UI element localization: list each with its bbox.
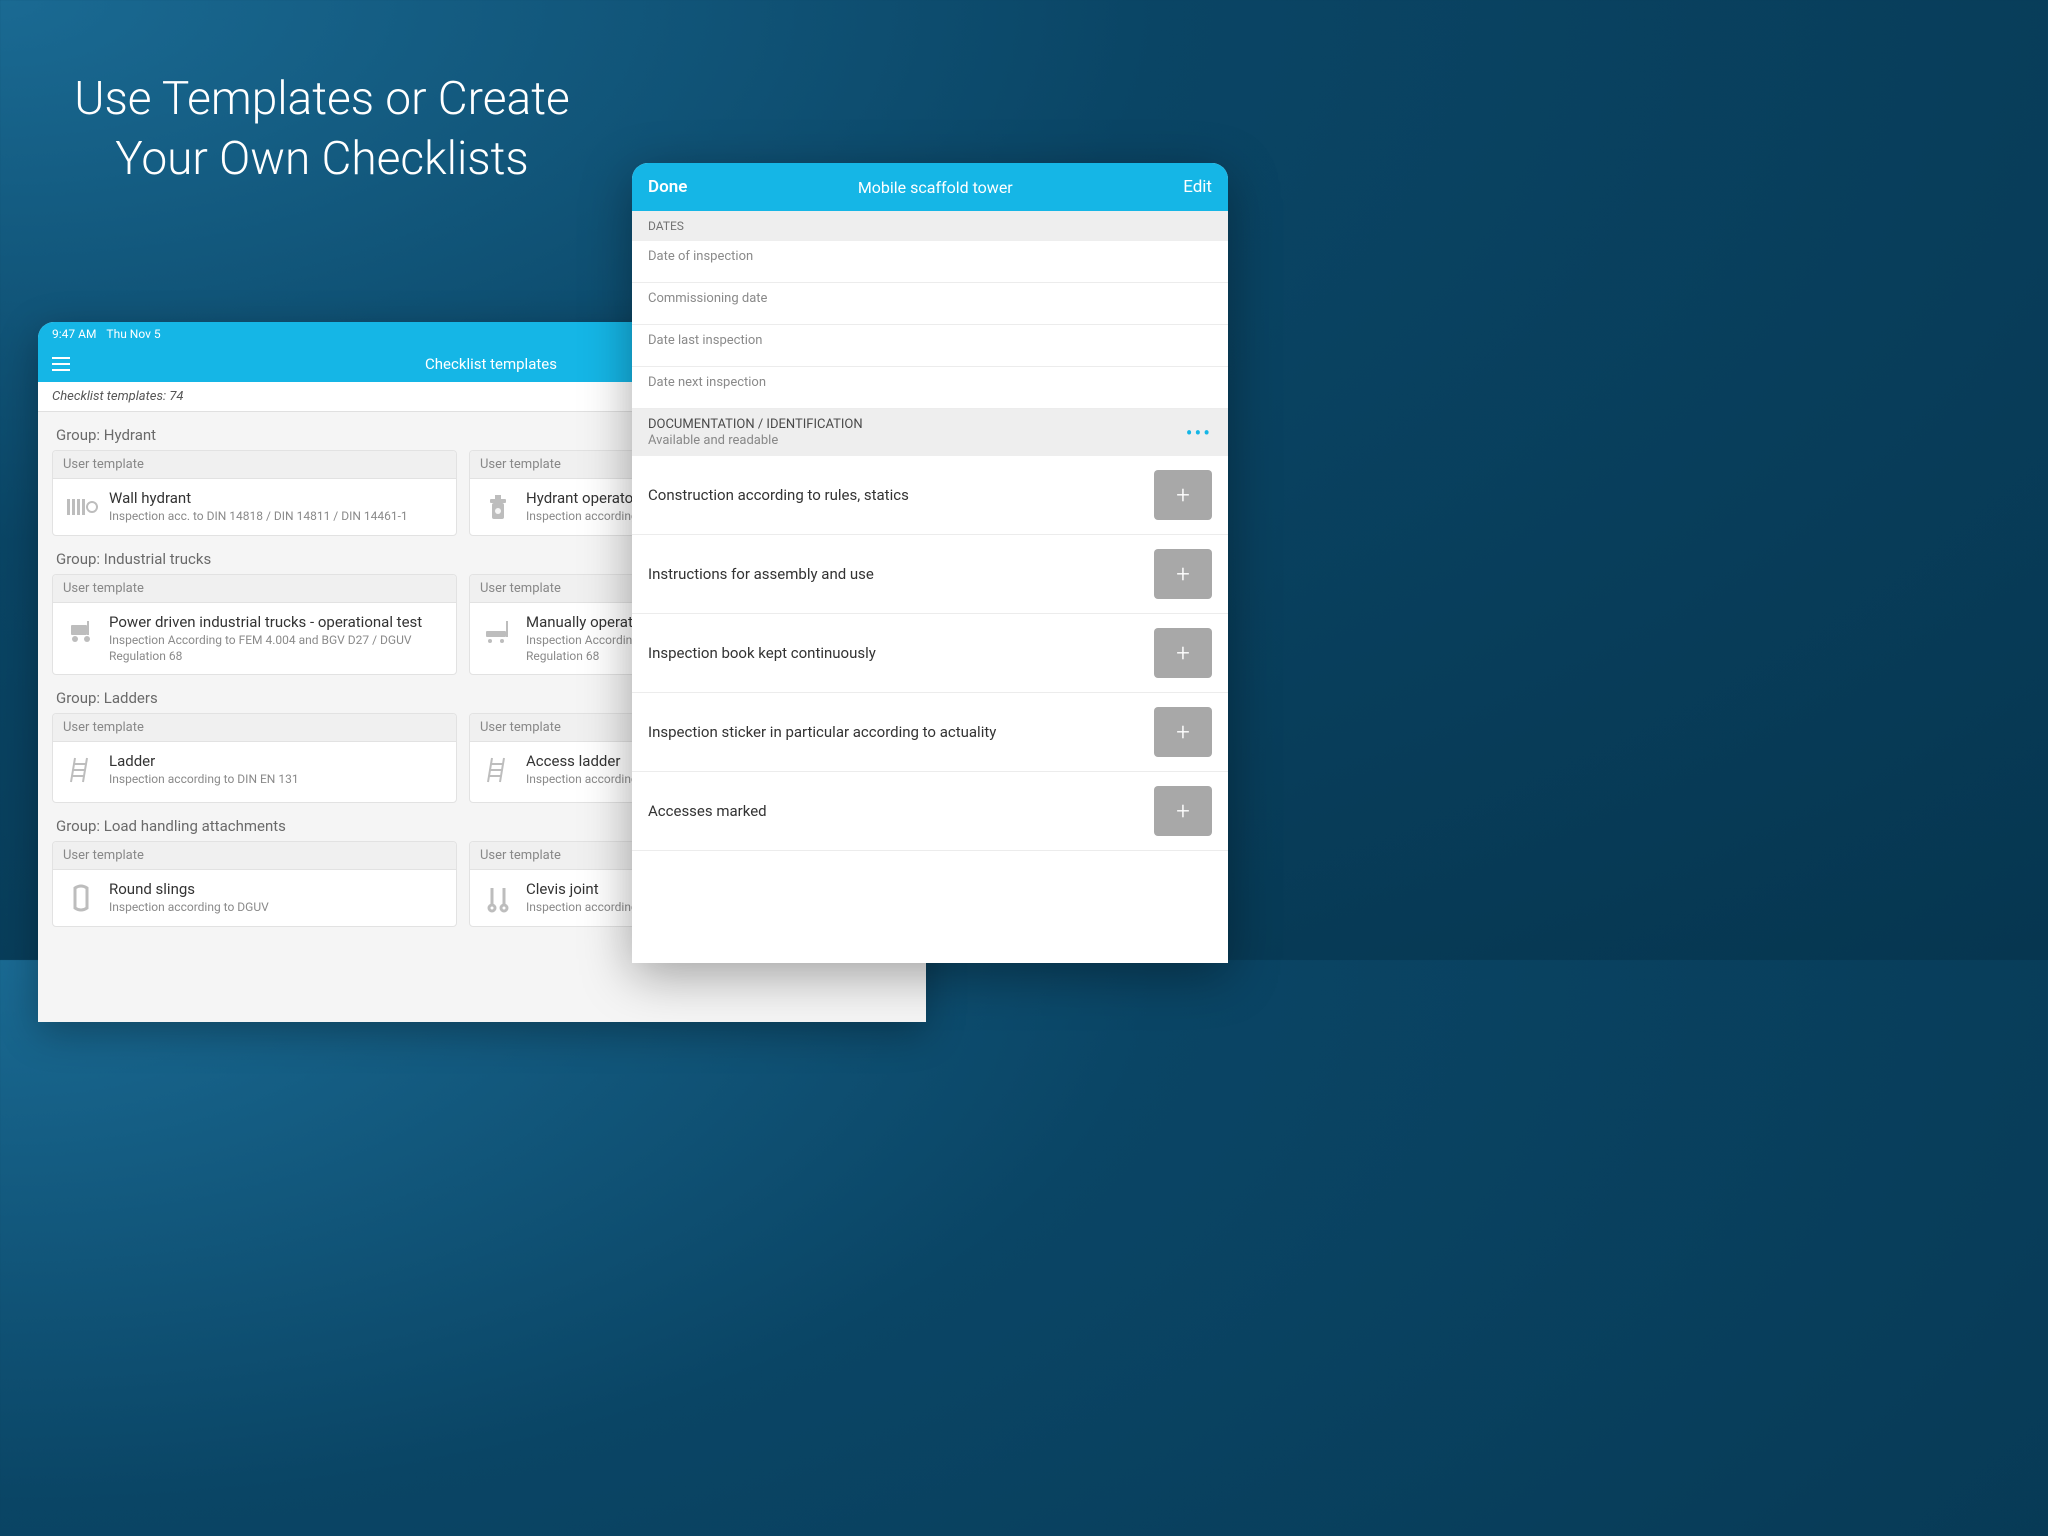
card-title: Wall hydrant	[109, 489, 446, 507]
card-badge: User template	[53, 575, 456, 603]
add-button[interactable]: +	[1154, 549, 1212, 599]
card-desc: Inspection acc. to DIN 14818 / DIN 14811…	[109, 509, 446, 525]
item-label: Accesses marked	[648, 802, 1154, 820]
add-button[interactable]: +	[1154, 786, 1212, 836]
checklist-item: Accesses marked +	[632, 772, 1228, 851]
card-desc: Inspection according to DIN EN 131	[109, 772, 446, 788]
checklist-item: Inspection book kept continuously +	[632, 614, 1228, 693]
menu-icon[interactable]	[52, 357, 70, 371]
forklift-icon	[63, 613, 99, 649]
pallet-truck-icon	[480, 613, 516, 649]
add-button[interactable]: +	[1154, 707, 1212, 757]
template-card-power-truck[interactable]: User template Power driven industrial tr…	[52, 574, 457, 675]
card-badge: User template	[53, 714, 456, 742]
template-card-ladder[interactable]: User template Ladder Inspection accordin…	[52, 713, 457, 803]
add-button[interactable]: +	[1154, 628, 1212, 678]
checklist-item: Inspection sticker in particular accordi…	[632, 693, 1228, 772]
card-desc: Inspection according to DGUV	[109, 900, 446, 916]
date-next-inspection-field[interactable]: Date next inspection	[632, 367, 1228, 409]
ladder-icon	[63, 752, 99, 788]
hero-heading: Use Templates or Create Your Own Checkli…	[42, 70, 602, 190]
card-title: Round slings	[109, 880, 446, 898]
card-badge: User template	[53, 842, 456, 870]
hero-line1: Use Templates or Create	[74, 72, 570, 126]
edit-button[interactable]: Edit	[1183, 177, 1212, 197]
status-time: 9:47 AM	[52, 327, 96, 341]
item-label: Construction according to rules, statics	[648, 486, 1154, 504]
documentation-section-header: DOCUMENTATION / IDENTIFICATION Available…	[632, 409, 1228, 456]
card-title: Ladder	[109, 752, 446, 770]
doc-header-sub: Available and readable	[648, 433, 1186, 448]
hydrant-icon	[63, 489, 99, 525]
item-label: Instructions for assembly and use	[648, 565, 1154, 583]
count-value: 74	[169, 389, 183, 404]
checklist-item: Construction according to rules, statics…	[632, 456, 1228, 535]
add-button[interactable]: +	[1154, 470, 1212, 520]
hero-line2: Your Own Checklists	[115, 132, 529, 186]
card-badge: User template	[53, 451, 456, 479]
date-last-inspection-field[interactable]: Date last inspection	[632, 325, 1228, 367]
checklist-detail-screen: Done Mobile scaffold tower Edit DATES Da…	[632, 163, 1228, 963]
template-card-round-slings[interactable]: User template Round slings Inspection ac…	[52, 841, 457, 927]
card-desc: Inspection According to FEM 4.004 and BG…	[109, 633, 446, 664]
status-date: Thu Nov 5	[106, 327, 160, 341]
detail-header: Done Mobile scaffold tower Edit	[632, 163, 1228, 211]
card-title: Power driven industrial trucks - operati…	[109, 613, 446, 631]
item-label: Inspection book kept continuously	[648, 644, 1154, 662]
detail-title: Mobile scaffold tower	[687, 178, 1183, 197]
checklist-item: Instructions for assembly and use +	[632, 535, 1228, 614]
item-label: Inspection sticker in particular accordi…	[648, 723, 1154, 741]
template-card-wall-hydrant[interactable]: User template Wall hydrant Inspection ac…	[52, 450, 457, 536]
commissioning-date-field[interactable]: Commissioning date	[632, 283, 1228, 325]
done-button[interactable]: Done	[648, 177, 687, 197]
doc-header-title: DOCUMENTATION / IDENTIFICATION	[648, 417, 1186, 432]
dates-section-header: DATES	[632, 211, 1228, 241]
count-label: Checklist templates:	[52, 389, 166, 404]
ladder-icon	[480, 752, 516, 788]
more-icon[interactable]: •••	[1186, 421, 1212, 445]
clevis-icon	[480, 880, 516, 916]
date-of-inspection-field[interactable]: Date of inspection	[632, 241, 1228, 283]
sling-icon	[63, 880, 99, 916]
fire-hydrant-icon	[480, 489, 516, 525]
